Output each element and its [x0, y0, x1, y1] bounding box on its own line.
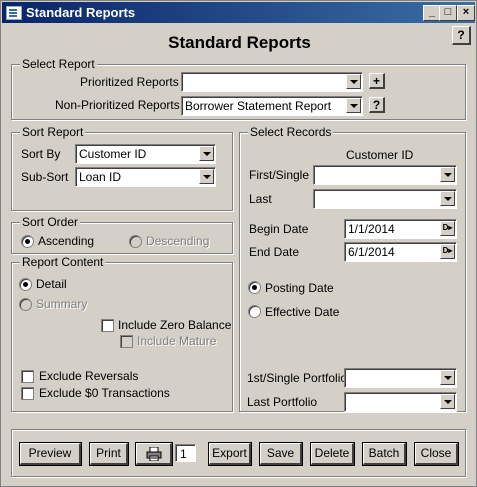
standard-reports-window: Standard Reports _ □ × Standard Reports … — [0, 0, 477, 487]
chevron-down-icon[interactable] — [199, 146, 214, 161]
posting-date-label[interactable]: Posting Date — [265, 281, 334, 295]
chevron-down-icon[interactable] — [346, 74, 361, 89]
sub-sort-label: Sub-Sort — [21, 170, 69, 184]
detail-label[interactable]: Detail — [36, 277, 67, 291]
customer-id-header: Customer ID — [346, 148, 414, 162]
exclude-reversals-label[interactable]: Exclude Reversals — [39, 369, 138, 383]
effective-date-radio[interactable] — [248, 305, 261, 318]
non-prioritized-reports-select[interactable]: Borrower Statement Report — [181, 96, 363, 116]
chevron-down-icon[interactable] — [199, 169, 214, 184]
select-records-group: Select Records Customer ID First/Single … — [239, 125, 466, 412]
summary-radio[interactable] — [19, 298, 32, 311]
first-single-label: First/Single — [249, 168, 310, 182]
summary-label[interactable]: Summary — [36, 297, 87, 311]
descending-radio[interactable] — [129, 235, 142, 248]
title-bar[interactable]: Standard Reports _ □ × — [2, 2, 475, 23]
include-mature-checkbox[interactable] — [120, 335, 133, 348]
preview-button[interactable]: Preview — [19, 442, 82, 466]
print-button[interactable]: Print — [89, 442, 129, 466]
exclude-zero-transactions-label[interactable]: Exclude $0 Transactions — [39, 386, 170, 400]
page-title: Standard Reports — [168, 33, 311, 52]
sort-by-label: Sort By — [21, 147, 61, 161]
help-button[interactable]: ? — [452, 26, 471, 45]
report-content-group: Report Content Detail Summary Include Ze… — [11, 255, 233, 412]
chevron-down-icon[interactable] — [346, 98, 361, 113]
chevron-down-icon[interactable] — [440, 167, 455, 182]
exclude-reversals-checkbox[interactable] — [21, 370, 34, 383]
printer-icon — [146, 446, 161, 462]
sort-report-group: Sort Report Sort By Customer ID Sub-Sort… — [11, 125, 233, 211]
select-records-legend: Select Records — [248, 125, 334, 139]
first-single-select[interactable] — [313, 165, 457, 185]
export-button[interactable]: Export — [208, 442, 252, 466]
include-zero-balance-checkbox[interactable] — [101, 319, 114, 332]
descending-label[interactable]: Descending — [146, 234, 209, 248]
ascending-label[interactable]: Ascending — [38, 234, 94, 248]
first-portfolio-select[interactable] — [344, 368, 457, 388]
last-portfolio-select[interactable] — [344, 392, 457, 412]
sort-order-group: Sort Order Ascending Descending — [11, 215, 233, 254]
chevron-down-icon[interactable] — [440, 370, 455, 385]
app-icon — [6, 6, 22, 20]
non-prioritized-reports-label: Non-Prioritized Reports — [55, 98, 180, 112]
select-report-legend: Select Report — [20, 57, 97, 71]
prioritized-reports-select[interactable] — [181, 72, 363, 92]
copies-field[interactable]: 1 — [175, 444, 196, 462]
last-select[interactable] — [313, 189, 457, 209]
select-report-group: Select Report Prioritized Reports + Non-… — [11, 57, 466, 120]
batch-button[interactable]: Batch — [362, 442, 407, 466]
begin-date-field[interactable]: 1/1/2014 D▸ — [344, 219, 457, 239]
last-portfolio-label: Last Portfolio — [247, 395, 318, 409]
window-title: Standard Reports — [26, 5, 136, 20]
chevron-down-icon[interactable] — [440, 191, 455, 206]
save-button[interactable]: Save — [259, 442, 303, 466]
prioritized-reports-label: Prioritized Reports — [80, 75, 179, 89]
end-date-label: End Date — [249, 245, 300, 259]
maximize-button[interactable]: □ — [439, 5, 457, 21]
sort-order-legend: Sort Order — [20, 215, 81, 229]
detail-radio[interactable] — [19, 278, 32, 291]
close-window-button[interactable]: × — [457, 5, 475, 21]
footer-toolbar: Preview Print 1 Export Save Delete Batch… — [11, 429, 466, 477]
last-label: Last — [249, 192, 272, 206]
sub-sort-select[interactable]: Loan ID — [75, 167, 216, 187]
include-mature-label[interactable]: Include Mature — [137, 334, 216, 348]
sort-report-legend: Sort Report — [20, 125, 86, 139]
begin-date-label: Begin Date — [249, 222, 309, 236]
calendar-icon[interactable]: D▸ — [440, 244, 455, 259]
report-help-button[interactable]: ? — [369, 97, 385, 113]
end-date-field[interactable]: 6/1/2014 D▸ — [344, 242, 457, 262]
printer-setup-button[interactable] — [135, 442, 173, 466]
sort-by-select[interactable]: Customer ID — [75, 144, 216, 164]
calendar-icon[interactable]: D▸ — [440, 221, 455, 236]
chevron-down-icon[interactable] — [440, 394, 455, 409]
ascending-radio[interactable] — [21, 235, 34, 248]
delete-button[interactable]: Delete — [310, 442, 355, 466]
report-content-legend: Report Content — [20, 255, 106, 269]
exclude-zero-transactions-checkbox[interactable] — [21, 387, 34, 400]
close-button[interactable]: Close — [414, 442, 459, 466]
include-zero-balance-label[interactable]: Include Zero Balance — [118, 318, 231, 332]
first-portfolio-label: 1st/Single Portfolio — [247, 371, 348, 385]
posting-date-radio[interactable] — [248, 281, 261, 294]
effective-date-label[interactable]: Effective Date — [265, 305, 339, 319]
add-report-button[interactable]: + — [369, 73, 385, 89]
